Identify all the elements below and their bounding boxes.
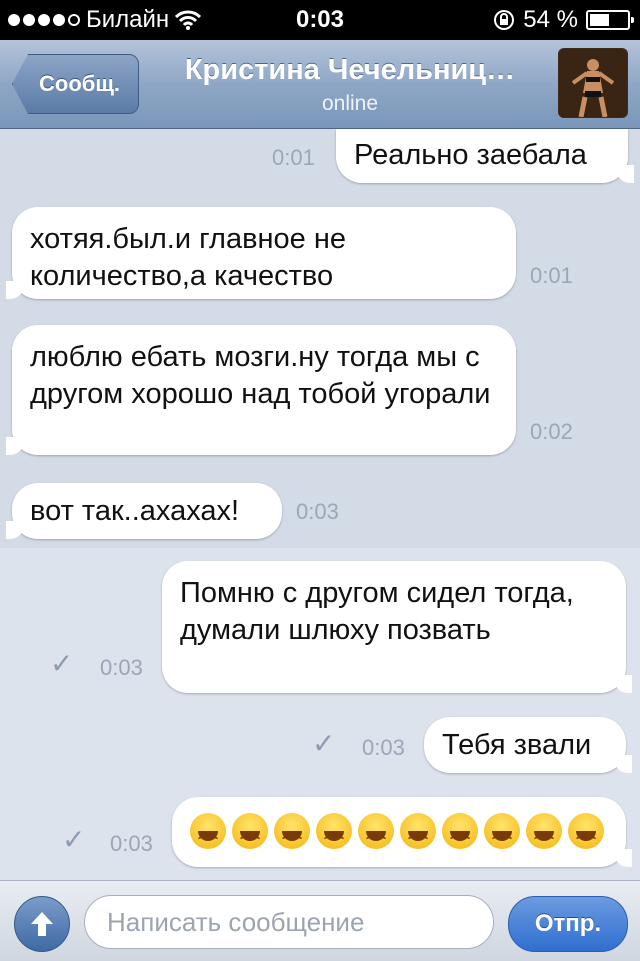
checkmark-icon: ✓ — [312, 728, 336, 759]
laughing-emoji — [526, 813, 562, 854]
message-bubble-incoming[interactable]: хотяя.был.и главное не количество,а каче… — [6, 207, 516, 299]
message-text: Помню с другом сидел тогда, думали шлюху… — [180, 577, 574, 646]
laughing-emoji — [316, 813, 352, 854]
message-time: 0:02 — [530, 419, 573, 444]
chat-area[interactable]: Реально заебала 0:01 хотяя.был.и главное… — [0, 129, 640, 880]
rotation-lock-icon — [494, 10, 515, 30]
contact-avatar[interactable] — [558, 48, 628, 118]
contact-name[interactable]: Кристина Чечельниц… — [150, 54, 550, 87]
message-time: 0:01 — [530, 263, 573, 288]
status-right: 54 % — [493, 6, 634, 34]
message-text: люблю ебать мозги.ну тогда мы с другом х… — [30, 341, 491, 410]
contact-status: online — [321, 92, 379, 115]
message-text: Реально заебала — [354, 139, 587, 171]
laughing-emoji — [400, 813, 436, 854]
message-time: 0:03 — [362, 735, 405, 760]
arrow-up-icon — [31, 912, 53, 936]
laughing-emoji — [232, 813, 268, 854]
battery-icon — [586, 10, 634, 30]
navigation-bar: Сообщ. Кристина Чечельниц… online — [0, 40, 640, 129]
message-bubble-outgoing[interactable] — [172, 797, 632, 867]
back-button-label: Сообщ. — [39, 71, 121, 96]
attach-button[interactable] — [14, 896, 70, 952]
message-time: 0:01 — [272, 145, 315, 170]
checkmark-icon: ✓ — [62, 824, 86, 855]
message-text: Тебя звали — [442, 729, 592, 761]
message-text: хотяя.был.и главное не количество,а каче… — [30, 223, 346, 292]
laughing-emoji — [484, 813, 520, 854]
laughing-emoji — [442, 813, 478, 854]
message-input[interactable] — [84, 895, 494, 949]
message-bubble-incoming[interactable]: люблю ебать мозги.ну тогда мы с другом х… — [6, 325, 516, 455]
message-bubble-outgoing[interactable]: Тебя звали — [424, 717, 632, 773]
message-text: вот так..ахахах! — [30, 495, 240, 527]
compose-bar: Отпр. — [0, 880, 640, 961]
checkmark-icon: ✓ — [50, 648, 74, 679]
message-time: 0:03 — [296, 499, 339, 524]
emoji-row — [190, 813, 608, 854]
laughing-emoji — [274, 813, 310, 854]
battery-percent: 54 % — [523, 6, 578, 33]
message-bubble-outgoing[interactable]: Реально заебала — [336, 129, 634, 183]
laughing-emoji — [568, 813, 604, 854]
send-button-label: Отпр. — [534, 910, 602, 937]
laughing-emoji — [190, 813, 226, 854]
message-time: 0:03 — [100, 655, 143, 680]
send-button[interactable]: Отпр. — [508, 896, 628, 952]
message-bubble-incoming[interactable]: вот так..ахахах! — [6, 483, 282, 539]
back-button[interactable]: Сообщ. — [12, 54, 140, 114]
status-bar: Билайн 0:03 54 % — [0, 0, 640, 40]
message-bubble-outgoing[interactable]: Помню с другом сидел тогда, думали шлюху… — [162, 561, 632, 693]
laughing-emoji — [358, 813, 394, 854]
avatar-photo — [559, 49, 627, 117]
message-time: 0:03 — [110, 831, 153, 856]
